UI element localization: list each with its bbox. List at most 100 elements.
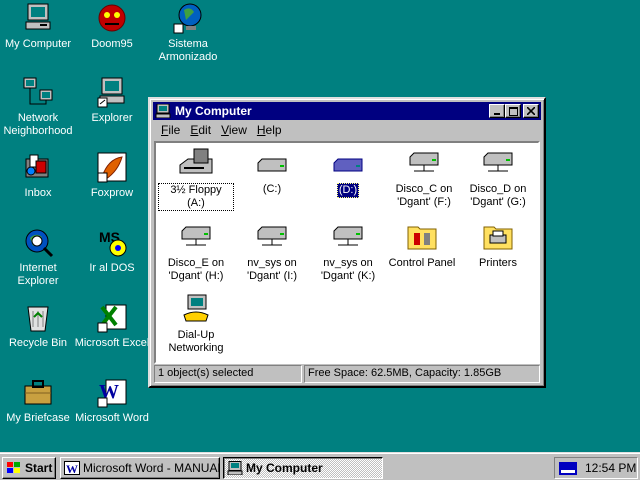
maximize-icon [508, 106, 518, 116]
item-label: nv_sys on 'Dgant' (K:) [320, 257, 376, 282]
menu-edit[interactable]: Edit [185, 122, 216, 140]
briefcase-icon [22, 376, 54, 408]
dialup-icon [176, 293, 216, 325]
desktop-icon-explorer[interactable]: Explorer [74, 76, 150, 125]
close-button[interactable] [523, 104, 539, 118]
my-computer-window[interactable]: My Computer File Edit View Help 3½ Flopp… [148, 97, 546, 388]
desktop-icon-label: My Briefcase [6, 412, 70, 424]
drive-d[interactable]: (D:) [310, 147, 386, 198]
item-label: Control Panel [388, 257, 456, 269]
desktop-icon-label: Foxprow [90, 187, 134, 199]
drive-c[interactable]: (C:) [234, 147, 310, 196]
desktop-icon-label: My Computer [4, 38, 72, 50]
desktop-icon-label: Network Neighborhood [3, 112, 73, 137]
folder-content[interactable]: 3½ Floppy (A:) (C:) (D:) Disco_C on 'Dga… [154, 141, 540, 364]
item-label: Disco_E on 'Dgant' (H:) [167, 257, 225, 282]
printers-icon [478, 221, 518, 253]
desktop-icon-my-computer[interactable]: My Computer [0, 2, 76, 51]
desktop-icon-label: Doom95 [91, 38, 133, 50]
tray-app-icon[interactable] [559, 460, 577, 476]
drive-f[interactable]: Disco_C on 'Dgant' (F:) [386, 147, 462, 209]
status-space: Free Space: 62.5MB, Capacity: 1.85GB [304, 365, 540, 383]
start-label: Start [25, 461, 53, 475]
word-icon: W [96, 376, 128, 408]
status-selection: 1 object(s) selected [154, 365, 302, 383]
item-label: 3½ Floppy (A:) [158, 183, 234, 211]
network-drive-icon [252, 221, 292, 253]
desktop-icon-microsoft-excel[interactable]: Microsoft Excel [74, 301, 150, 350]
item-label: (D:) [336, 183, 360, 198]
item-label: Disco_C on 'Dgant' (F:) [395, 183, 453, 208]
drive-h[interactable]: Disco_E on 'Dgant' (H:) [158, 221, 234, 283]
menu-bar: File Edit View Help [156, 122, 287, 140]
drive-k[interactable]: nv_sys on 'Dgant' (K:) [310, 221, 386, 283]
desktop-icon-label: Internet Explorer [17, 262, 59, 287]
desktop-icon-sistema-armonizado[interactable]: Sistema Armonizado [150, 2, 226, 64]
item-label: (C:) [262, 183, 282, 195]
inbox-icon [22, 151, 54, 183]
item-label: Dial-Up Networking [168, 329, 224, 354]
desktop-icon-inbox[interactable]: Inbox [0, 151, 76, 200]
desktop-icon-my-briefcase[interactable]: My Briefcase [0, 376, 76, 425]
hard-drive-icon [252, 147, 292, 179]
menu-file[interactable]: File [156, 122, 185, 140]
menu-view[interactable]: View [216, 122, 252, 140]
start-button[interactable]: Start [2, 457, 56, 479]
desktop-icon-microsoft-word[interactable]: W Microsoft Word [74, 376, 150, 425]
computer-icon [22, 2, 54, 34]
menu-help[interactable]: Help [252, 122, 287, 140]
floppy-drive-icon [176, 147, 216, 179]
network-drive-icon [478, 147, 518, 179]
task-button-my-computer[interactable]: My Computer [223, 457, 383, 479]
desktop-icon-ir-al-dos[interactable]: MS Ir al DOS [74, 226, 150, 275]
word-icon: W [64, 461, 80, 475]
desktop-icon-label: Sistema Armonizado [158, 38, 218, 63]
system-tray: 12:54 PM [554, 457, 638, 479]
network-drive-icon [328, 221, 368, 253]
svg-text:W: W [66, 462, 78, 475]
desktop-icon-label: Microsoft Excel [74, 337, 150, 349]
excel-icon [96, 301, 128, 333]
computer-icon [227, 461, 243, 475]
task-label: My Computer [246, 461, 323, 475]
ie-globe-icon [22, 226, 54, 258]
task-button-word[interactable]: W Microsoft Word - MANUAL... [60, 457, 220, 479]
maximize-button[interactable] [505, 104, 521, 118]
globe-shortcut-icon [172, 2, 204, 34]
desktop-icon-label: Ir al DOS [89, 262, 135, 274]
clock[interactable]: 12:54 PM [585, 461, 636, 475]
desktop-icon-foxprow[interactable]: Foxprow [74, 151, 150, 200]
item-label: nv_sys on 'Dgant' (I:) [246, 257, 298, 282]
title-bar[interactable]: My Computer [153, 102, 541, 120]
status-bar: 1 object(s) selected Free Space: 62.5MB,… [154, 365, 540, 383]
computer-icon [155, 103, 171, 119]
foxpro-icon [96, 151, 128, 183]
desktop-icon-network-neighborhood[interactable]: Network Neighborhood [0, 76, 76, 138]
close-icon [527, 107, 535, 115]
hard-drive-icon [328, 147, 368, 179]
network-drive-icon [176, 221, 216, 253]
drive-floppy-a[interactable]: 3½ Floppy (A:) [158, 147, 234, 211]
taskbar: Start W Microsoft Word - MANUAL... My Co… [0, 452, 640, 480]
drive-i[interactable]: nv_sys on 'Dgant' (I:) [234, 221, 310, 283]
control-panel-icon [402, 221, 442, 253]
dialup-networking-folder[interactable]: Dial-Up Networking [158, 293, 234, 355]
network-drive-icon [404, 147, 444, 179]
explorer-icon [96, 76, 128, 108]
desktop-icon-label: Microsoft Word [75, 412, 149, 424]
desktop-icon-internet-explorer[interactable]: Internet Explorer [0, 226, 76, 288]
printers-folder[interactable]: Printers [460, 221, 536, 270]
msdos-icon: MS [96, 226, 128, 258]
desktop-icon-recycle-bin[interactable]: Recycle Bin [0, 301, 76, 350]
recycle-bin-icon [22, 301, 54, 333]
control-panel-folder[interactable]: Control Panel [384, 221, 460, 270]
desktop-icon-doom95[interactable]: Doom95 [74, 2, 150, 51]
desktop-icon-label: Recycle Bin [8, 337, 68, 349]
window-title: My Computer [175, 104, 252, 118]
desktop-icon-label: Inbox [24, 187, 52, 199]
minimize-button[interactable] [489, 104, 505, 118]
task-label: Microsoft Word - MANUAL... [83, 461, 220, 475]
drive-g[interactable]: Disco_D on 'Dgant' (G:) [460, 147, 536, 209]
windows-logo-icon [7, 462, 20, 473]
network-icon [22, 76, 54, 108]
